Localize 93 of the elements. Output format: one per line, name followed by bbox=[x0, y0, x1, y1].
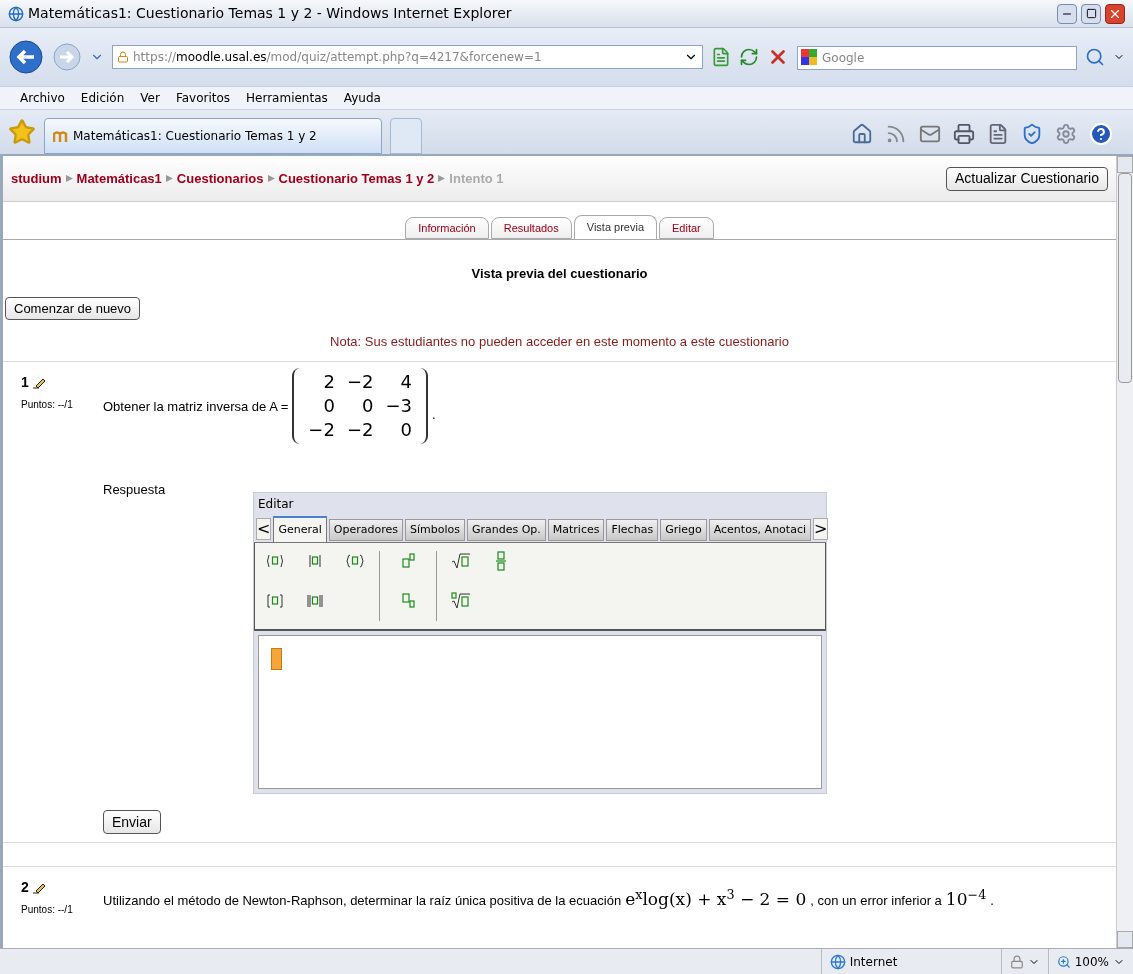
menu-item[interactable]: Ayuda bbox=[343, 89, 381, 107]
page-heading: Vista previa del cuestionario bbox=[470, 265, 649, 283]
question-text: Utilizando el método de Newton-Raphson, determinar la raíz única positiva de la ecuación bbox=[103, 892, 622, 911]
math-expression: e$^{x}$log(x) + x$^{3}$ − 2 = 0 bbox=[625, 887, 807, 912]
browser-logo-icon bbox=[8, 5, 24, 22]
shield-icon[interactable] bbox=[1021, 123, 1043, 145]
matrix-entry: −2 bbox=[346, 370, 374, 395]
compatibility-view-icon[interactable] bbox=[711, 47, 731, 67]
matrix-entry: 4 bbox=[399, 370, 412, 395]
browser-tab[interactable]: Matemáticas1: Cuestionario Temas 1 y 2 bbox=[44, 118, 382, 154]
pencil-icon[interactable] bbox=[32, 376, 46, 389]
matrix-entry: 2 bbox=[322, 370, 335, 395]
pencil-icon[interactable] bbox=[32, 881, 46, 894]
matrix-entry: −3 bbox=[385, 394, 412, 419]
breadcrumb-link[interactable]: Cuestionarios bbox=[176, 168, 264, 189]
settings-icon[interactable] bbox=[1055, 123, 1077, 145]
page-tab[interactable]: Resultados bbox=[490, 217, 572, 239]
question-number: 1 bbox=[21, 373, 29, 393]
cursor-icon bbox=[271, 648, 282, 671]
breadcrumb-current: Intento 1 bbox=[449, 169, 504, 188]
zoom-icon bbox=[1056, 954, 1071, 969]
separator-icon bbox=[438, 175, 446, 182]
breadcrumb-link[interactable]: Cuestionario Temas 1 y 2 bbox=[278, 168, 435, 189]
editor-tab[interactable]: Acentos, Anotaci bbox=[708, 519, 811, 542]
feed-icon[interactable] bbox=[885, 123, 907, 145]
maximize-icon bbox=[1085, 8, 1097, 19]
separator-icon bbox=[65, 175, 73, 182]
formula-input-area[interactable] bbox=[258, 635, 822, 790]
protected-mode-icon bbox=[1009, 954, 1024, 969]
question-points: Puntos: --/1 bbox=[21, 903, 74, 918]
menu-item[interactable]: Ver bbox=[140, 89, 160, 107]
window-title: Matemáticas1: Cuestionario Temas 1 y 2 - Windows Internet Explorer bbox=[28, 4, 513, 23]
editor-tab[interactable]: Operadores bbox=[328, 519, 403, 542]
forward-button[interactable] bbox=[52, 42, 82, 72]
search-field[interactable]: Google bbox=[797, 46, 1077, 70]
close-button[interactable] bbox=[1105, 3, 1125, 24]
question-text: , con un error inferior a bbox=[810, 892, 942, 911]
menu-item[interactable]: Archivo bbox=[20, 89, 65, 107]
minimize-button[interactable] bbox=[1057, 3, 1077, 24]
mail-icon[interactable] bbox=[919, 123, 941, 145]
matrix-entry: −2 bbox=[308, 418, 335, 443]
editor-tab[interactable]: Símbolos bbox=[404, 519, 465, 542]
refresh-icon[interactable] bbox=[739, 47, 759, 67]
print-icon[interactable] bbox=[953, 123, 975, 145]
address-field[interactable]: https://moodle.usal.es/mod/quiz/attempt.php?q=4217&forcenew=1 bbox=[112, 45, 703, 69]
breadcrumb-link[interactable]: studium bbox=[11, 168, 62, 189]
editor-tab[interactable]: Flechas bbox=[606, 519, 659, 542]
update-quiz-button[interactable]: Actualizar Cuestionario bbox=[946, 166, 1108, 191]
period-mark: . bbox=[432, 405, 436, 424]
question-points: Puntos: --/1 bbox=[21, 398, 74, 413]
availability-note: Nota: Sus estudiantes no pueden acceder en este momento a este cuestionario bbox=[3, 331, 1116, 363]
separator-icon bbox=[267, 175, 275, 182]
restart-button[interactable]: Comenzar de nuevo bbox=[5, 296, 141, 320]
matrix-entry: 0 bbox=[399, 418, 412, 443]
editor-tab[interactable]: General bbox=[273, 516, 327, 543]
zoom-level[interactable]: 100% bbox=[1074, 952, 1109, 971]
internet-zone-icon bbox=[829, 953, 846, 970]
editor-title: Editar bbox=[257, 496, 295, 514]
editor-tab[interactable]: Grandes Op. bbox=[466, 519, 546, 542]
menu-item[interactable]: Favoritos bbox=[175, 89, 231, 107]
page-tab[interactable]: Editar bbox=[659, 217, 714, 239]
math-expression: 10$^{−4}$ bbox=[945, 887, 987, 912]
help-icon[interactable] bbox=[1089, 122, 1113, 146]
menu-item[interactable]: Edición bbox=[80, 89, 125, 107]
submit-button[interactable]: Enviar bbox=[103, 810, 161, 835]
breadcrumb-link[interactable]: Matemáticas1 bbox=[76, 168, 162, 189]
maximize-button[interactable] bbox=[1081, 3, 1101, 24]
scroll-left-button[interactable]: < bbox=[256, 518, 272, 541]
matrix-entry: 0 bbox=[322, 394, 335, 419]
answer-label: Respuesta bbox=[103, 481, 167, 500]
page-icon[interactable] bbox=[987, 123, 1009, 145]
search-icon[interactable] bbox=[1085, 47, 1105, 67]
editor-tab[interactable]: Griego bbox=[660, 519, 707, 542]
question-text: Obtener la matriz inversa de A = bbox=[103, 397, 289, 416]
home-icon[interactable] bbox=[851, 123, 873, 145]
site-logo-icon bbox=[53, 129, 69, 143]
question-text: . bbox=[990, 892, 994, 911]
search-provider-icon bbox=[801, 49, 817, 65]
security-zone: Internet bbox=[849, 953, 898, 971]
page-tab[interactable]: Información bbox=[405, 217, 489, 239]
matrix-entry: −2 bbox=[346, 418, 374, 443]
editor-tab[interactable]: Matrices bbox=[547, 519, 605, 542]
back-button[interactable] bbox=[8, 39, 44, 75]
menu-item[interactable]: Herramientas bbox=[246, 89, 328, 107]
question-number: 2 bbox=[21, 878, 29, 898]
scroll-right-button[interactable]: > bbox=[813, 518, 829, 541]
url-text: https://moodle.usal.es/mod/quiz/attempt.php?q=4217&forcenew=1 bbox=[133, 49, 543, 66]
favorites-star-icon[interactable] bbox=[8, 118, 36, 146]
scrollbar[interactable] bbox=[1116, 156, 1133, 948]
separator-icon bbox=[165, 175, 173, 182]
matrix-entry: 0 bbox=[361, 394, 374, 419]
page-tab[interactable]: Vista previa bbox=[573, 215, 658, 239]
tab-title: Matemáticas1: Cuestionario Temas 1 y 2 bbox=[73, 128, 317, 145]
